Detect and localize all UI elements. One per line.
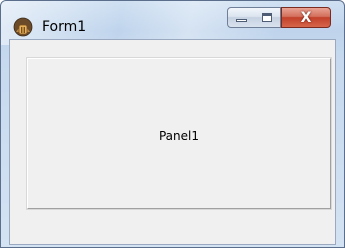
minimize-button[interactable] [227, 7, 255, 28]
form-client-area: Panel1 [9, 39, 336, 245]
caption-buttons: X [227, 7, 339, 29]
maximize-icon [262, 13, 272, 22]
minimize-icon [236, 19, 247, 22]
close-icon: X [300, 9, 312, 26]
app-icon[interactable] [13, 17, 33, 37]
panel-caption: Panel1 [158, 128, 199, 143]
panel[interactable]: Panel1 [26, 57, 332, 210]
window-title: Form1 [42, 19, 87, 35]
maximize-button[interactable] [254, 7, 281, 28]
title-bar[interactable]: Form1 X [1, 1, 344, 39]
form-window: Form1 X Panel1 [0, 0, 345, 248]
close-button[interactable]: X [281, 7, 331, 28]
